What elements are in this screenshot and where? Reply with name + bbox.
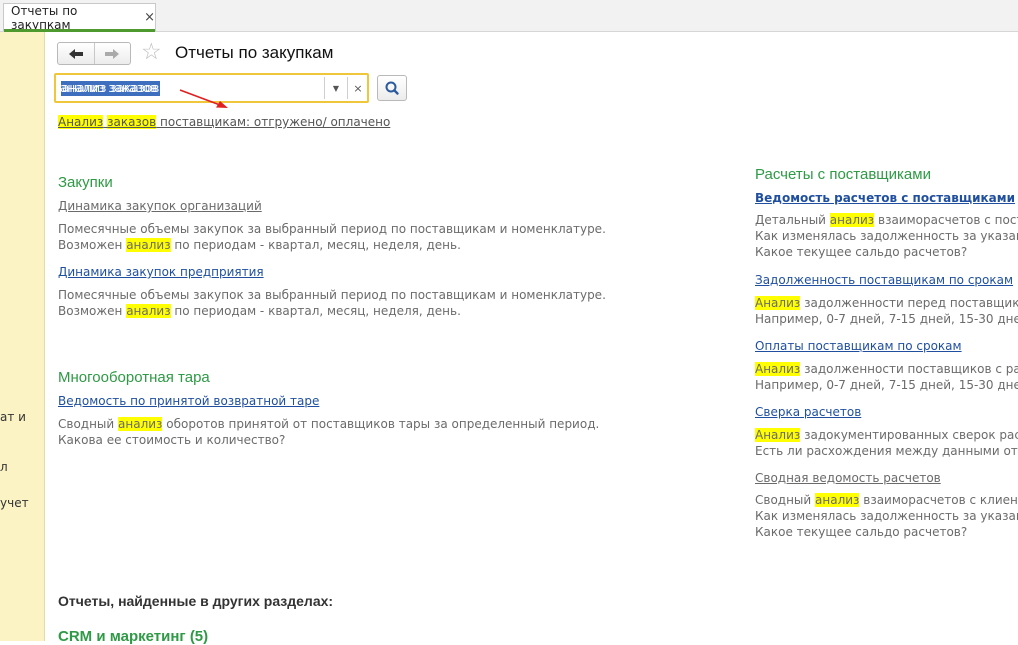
left-panel-item[interactable]: л bbox=[0, 460, 8, 474]
description-line: Какова ее стоимость и количество? bbox=[58, 433, 286, 447]
highlight: Анализ bbox=[755, 362, 801, 376]
description-line: Какое текущее сальдо расчетов? bbox=[755, 245, 968, 259]
text: Сводный bbox=[755, 493, 816, 507]
report-link[interactable]: Сверка расчетов bbox=[755, 405, 861, 419]
text: по периодам - квартал, месяц, неделя, де… bbox=[170, 238, 461, 252]
report-link[interactable]: Динамика закупок предприятия bbox=[58, 265, 264, 279]
highlight: анализ bbox=[815, 493, 860, 507]
text: Возможен bbox=[58, 304, 127, 318]
tab-label: Отчеты по закупкам bbox=[11, 3, 78, 32]
text: задолженности поставщиков с разб bbox=[800, 362, 1018, 376]
back-button[interactable] bbox=[58, 43, 94, 64]
description-line: Сводный анализ взаиморасчетов с клиентам bbox=[755, 492, 1018, 508]
description-line: Помесячные объемы закупок за выбранный п… bbox=[58, 222, 606, 236]
arrow-right-icon bbox=[105, 48, 120, 59]
report-link[interactable]: Оплаты поставщикам по срокам bbox=[755, 339, 962, 353]
text: Детальный bbox=[755, 213, 830, 227]
tab-strip: Отчеты по закупкам × bbox=[0, 0, 1018, 32]
clear-icon[interactable]: × bbox=[347, 77, 368, 99]
description-line: Возможен анализ по периодам - квартал, м… bbox=[58, 303, 606, 319]
text: задокументированных сверок расче bbox=[800, 428, 1018, 442]
report-description: Анализ задолженности поставщиков с разб … bbox=[755, 361, 1018, 393]
search-icon bbox=[385, 81, 399, 95]
description-line: Анализ задокументированных сверок расче bbox=[755, 427, 1018, 443]
navigation-buttons bbox=[57, 42, 131, 65]
left-panel-item[interactable]: ат и bbox=[0, 410, 26, 424]
report-link[interactable]: Задолженность поставщикам по срокам bbox=[755, 273, 1013, 287]
description-line: Например, 0-7 дней, 7-15 дней, 15-30 дне… bbox=[755, 378, 1018, 392]
highlight: Анализ bbox=[755, 296, 801, 310]
report-description: Сводный анализ взаиморасчетов с клиентам… bbox=[755, 492, 1018, 540]
report-link[interactable]: Динамика закупок организаций bbox=[58, 199, 262, 213]
left-section-panel: ат и л учет bbox=[0, 32, 45, 641]
text: задолженности перед поставщиками bbox=[804, 296, 1018, 310]
description-line: Как изменялась задолженность за указанны bbox=[755, 509, 1018, 523]
suggestion-text: поставщикам: отгружено/ оплачено bbox=[156, 115, 391, 129]
chevron-down-icon[interactable]: ▼ bbox=[324, 77, 347, 99]
description-line: Есть ли расхождения между данными от кли bbox=[755, 444, 1018, 458]
section-title-purchases: Закупки bbox=[58, 174, 113, 191]
forward-button[interactable] bbox=[93, 43, 131, 64]
section-title-tara: Многооборотная тара bbox=[58, 369, 210, 386]
report-description: Помесячные объемы закупок за выбранный п… bbox=[58, 221, 606, 253]
text: оборотов принятой от поставщиков тары за… bbox=[162, 417, 600, 431]
arrow-left-icon bbox=[68, 48, 83, 59]
page-title: Отчеты по закупкам bbox=[175, 43, 334, 62]
favorite-star-icon[interactable]: ☆ bbox=[141, 39, 162, 65]
description-line: Анализ задолженности поставщиков с разб bbox=[755, 361, 1018, 377]
highlight: Анализ bbox=[58, 115, 104, 129]
highlight: анализ bbox=[829, 213, 875, 227]
report-description: Детальный анализ взаиморасчетов с постав… bbox=[755, 212, 1018, 260]
other-sections-heading: Отчеты, найденные в других разделах: bbox=[58, 593, 334, 609]
text: Сводный bbox=[58, 417, 119, 431]
report-description: Анализ задокументированных сверок расче … bbox=[755, 427, 1018, 459]
search-suggestion-link[interactable]: Анализ заказов поставщикам: отгружено/ о… bbox=[58, 115, 390, 129]
description-line: Детальный анализ взаиморасчетов с постав… bbox=[755, 212, 1018, 228]
left-panel-item[interactable]: учет bbox=[0, 496, 29, 510]
report-link[interactable]: Сводная ведомость расчетов bbox=[755, 471, 941, 485]
highlight: анализ bbox=[118, 417, 163, 431]
report-description: Помесячные объемы закупок за выбранный п… bbox=[58, 287, 606, 319]
highlight: анализ bbox=[126, 238, 171, 252]
report-link[interactable]: Ведомость по принятой возвратной таре bbox=[58, 394, 319, 408]
section-title-crm[interactable]: CRM и маркетинг (5) bbox=[58, 628, 208, 645]
section-title-settlements: Расчеты с поставщиками bbox=[755, 166, 931, 183]
highlight: Анализ bbox=[755, 428, 801, 442]
annotation-arrow-icon bbox=[179, 89, 228, 108]
description-line: Сводный анализ оборотов принятой от пост… bbox=[58, 416, 599, 432]
tab-purchase-reports[interactable]: Отчеты по закупкам × bbox=[3, 3, 156, 32]
description-line: Как изменялась задолженность за указанны bbox=[755, 229, 1018, 243]
text: взаиморасчетов с поставщ bbox=[878, 213, 1018, 227]
close-icon[interactable]: × bbox=[144, 10, 155, 25]
report-description: Анализ задолженности перед поставщиками … bbox=[755, 295, 1018, 327]
report-description: Сводный анализ оборотов принятой от пост… bbox=[58, 416, 599, 448]
report-link[interactable]: Ведомость расчетов с поставщиками bbox=[755, 191, 1015, 205]
search-button[interactable] bbox=[377, 75, 407, 101]
description-line: Какое текущее сальдо расчетов? bbox=[755, 525, 968, 539]
description-line: Анализ задолженности перед поставщиками bbox=[755, 295, 1018, 311]
description-line: Например, 0-7 дней, 7-15 дней, 15-30 дне… bbox=[755, 312, 1018, 326]
highlight: заказов bbox=[107, 115, 157, 129]
highlight: анализ bbox=[126, 304, 171, 318]
description-line: Возможен анализ по периодам - квартал, м… bbox=[58, 237, 606, 253]
description-line: Помесячные объемы закупок за выбранный п… bbox=[58, 288, 606, 302]
text: взаиморасчетов с клиентам bbox=[863, 493, 1018, 507]
text: Возможен bbox=[58, 238, 127, 252]
text: по периодам - квартал, месяц, неделя, де… bbox=[170, 304, 461, 318]
